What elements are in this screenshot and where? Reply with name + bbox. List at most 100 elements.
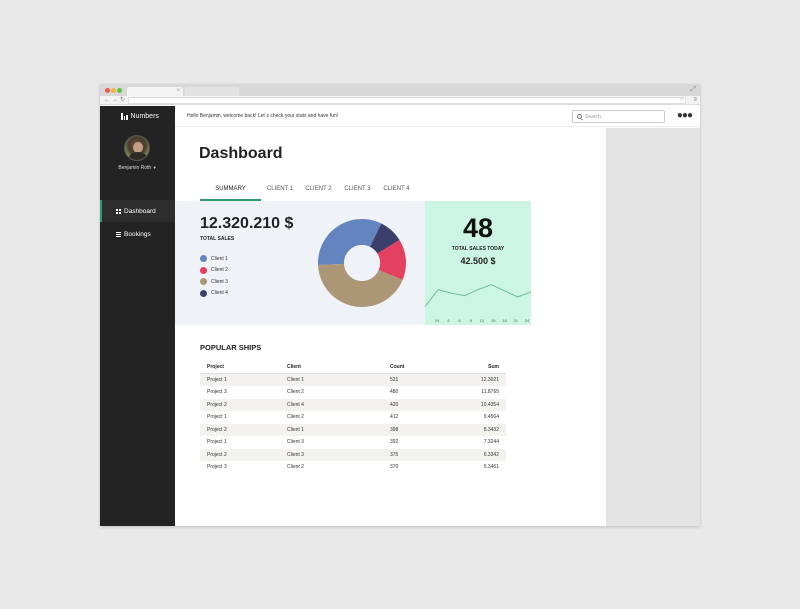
- total-sales-value: 12.320.210 $: [200, 215, 294, 232]
- browser-window: × ⤢ ← → ↻ × ≡ Numbers Benjamin Roth ▼ Da…: [100, 84, 700, 526]
- close-tab-icon[interactable]: ×: [176, 87, 180, 96]
- table-row[interactable]: Project 1 Client 2 412 9.4564: [200, 411, 506, 424]
- browser-menu-icon[interactable]: ≡: [693, 96, 697, 105]
- x-tick-label: 15: [491, 318, 496, 323]
- today-sales-line-chart: 24 4 6 9 12 15 18 21 24: [425, 284, 531, 323]
- cell-count: 521: [390, 377, 399, 383]
- user-menu[interactable]: Benjamin Roth ▼: [100, 165, 175, 171]
- summary-card: 12.320.210 $ TOTAL SALES Client 1 Client…: [175, 201, 425, 325]
- cell-project: Project 2: [207, 426, 227, 433]
- x-tick-label: 6: [458, 318, 461, 323]
- cell-sum: 9.4564: [483, 414, 499, 421]
- cell-client: Client 2: [287, 464, 304, 471]
- cell-project: Project 3: [207, 464, 227, 471]
- cell-count: 375: [390, 451, 399, 458]
- x-tick-label: 24: [435, 318, 440, 323]
- cell-client: Client 2: [287, 389, 304, 396]
- cell-project: Project 2: [207, 451, 227, 458]
- table-row[interactable]: Project 2 Client 3 375 6.3342: [200, 448, 506, 461]
- search-input[interactable]: [585, 113, 655, 120]
- legend-item: Client 1: [200, 253, 228, 265]
- sales-line: [425, 284, 531, 307]
- more-dots-icon[interactable]: ●●●: [677, 110, 693, 122]
- tab-client-3[interactable]: CLIENT 3: [338, 180, 377, 201]
- cell-client: Client 1: [287, 377, 304, 383]
- tab-client-4[interactable]: CLIENT 4: [377, 180, 416, 201]
- tab-client-2[interactable]: CLIENT 2: [299, 180, 338, 201]
- forward-icon[interactable]: →: [112, 96, 118, 105]
- legend-label: Client 2: [211, 267, 228, 274]
- x-tick-label: 21: [514, 318, 519, 323]
- table-row[interactable]: Project 1 Client 3 392 7.3244: [200, 436, 506, 449]
- cell-sum: 11.8765: [481, 389, 499, 396]
- grid-icon: [116, 208, 121, 214]
- cell-client: Client 1: [287, 426, 304, 433]
- cell-sum: 7.3244: [483, 439, 499, 446]
- tab-summary[interactable]: SUMMARY: [200, 180, 261, 201]
- donut-hole: [344, 245, 380, 281]
- cell-sum: 10.4354: [480, 401, 499, 408]
- cell-sum: 8.3432: [483, 426, 499, 433]
- column-header-project[interactable]: Project: [200, 361, 280, 374]
- legend-label: Client 1: [211, 255, 228, 262]
- avatar[interactable]: [124, 135, 150, 161]
- close-window-button[interactable]: [105, 87, 110, 93]
- right-panel-empty: [606, 128, 700, 526]
- x-tick-label: 24: [525, 318, 530, 323]
- popular-ships-title: POPULAR SHIPS: [200, 343, 262, 352]
- brand-name: Numbers: [130, 113, 159, 120]
- total-sales-label: TOTAL SALES: [200, 236, 235, 242]
- cell-sum: 12.3021: [480, 377, 499, 383]
- search-box[interactable]: [572, 110, 665, 123]
- sidebar-item-dashboard[interactable]: Dashboard: [100, 200, 175, 222]
- popular-ships-table: Project Client Count Sum Project 1 Client…: [200, 361, 506, 474]
- table-row[interactable]: Project 2 Client 1 398 8.3432: [200, 423, 506, 436]
- clear-url-icon[interactable]: ×: [680, 97, 683, 104]
- cell-sum: 5.3461: [483, 464, 499, 471]
- cell-project: Project 3: [207, 389, 227, 396]
- sidebar: Numbers Benjamin Roth ▼ Dashboard Bookin…: [100, 106, 175, 526]
- cell-sum: 6.3342: [483, 451, 499, 458]
- column-header-client[interactable]: Client: [280, 361, 383, 374]
- legend-swatch: [200, 255, 207, 263]
- page-title: Dashboard: [199, 145, 283, 162]
- brand[interactable]: Numbers: [121, 113, 159, 120]
- cell-count: 392: [390, 439, 399, 446]
- search-icon: [577, 114, 582, 119]
- sidebar-item-bookings[interactable]: Bookings: [100, 223, 175, 245]
- today-sales-count: 48: [462, 213, 494, 243]
- browser-tab[interactable]: ×: [127, 87, 183, 96]
- maximize-window-button[interactable]: [117, 87, 122, 93]
- cell-project: Project 2: [207, 401, 227, 408]
- address-bar: ← → ↻ × ≡: [100, 96, 700, 105]
- legend-label: Client 4: [211, 290, 228, 297]
- legend-item: Client 3: [200, 276, 228, 288]
- bar-chart-icon: [121, 113, 128, 120]
- x-tick-label: 12: [480, 318, 485, 323]
- table-row[interactable]: Project 2 Client 4 420 10.4354: [200, 398, 506, 411]
- url-field[interactable]: ×: [128, 97, 686, 104]
- x-tick-label: 4: [447, 318, 450, 323]
- cell-client: Client 3: [287, 451, 304, 458]
- expand-icon[interactable]: ⤢: [690, 85, 696, 95]
- legend-swatch: [200, 266, 207, 274]
- cell-count: 480: [390, 389, 399, 396]
- list-icon: [116, 231, 121, 237]
- table-row[interactable]: Project 3 Client 2 480 11.8765: [200, 386, 506, 399]
- back-icon[interactable]: ←: [104, 96, 110, 105]
- cell-count: 398: [390, 426, 399, 433]
- cell-project: Project 1: [207, 377, 227, 383]
- reload-icon[interactable]: ↻: [120, 96, 125, 105]
- cell-client: Client 3: [287, 439, 304, 446]
- cell-project: Project 1: [207, 414, 227, 421]
- column-header-sum[interactable]: Sum: [441, 361, 506, 374]
- cell-client: Client 2: [287, 414, 304, 421]
- cell-count: 412: [390, 414, 399, 421]
- client-donut-chart: [318, 219, 406, 307]
- browser-tab-inactive[interactable]: [185, 87, 239, 96]
- table-row[interactable]: Project 1 Client 1 521 12.3021: [200, 373, 506, 386]
- table-row[interactable]: Project 3 Client 2 370 5.3461: [200, 461, 506, 474]
- column-header-count[interactable]: Count: [383, 361, 441, 374]
- tab-client-1[interactable]: CLIENT 1: [261, 180, 299, 201]
- minimize-window-button[interactable]: [111, 87, 116, 93]
